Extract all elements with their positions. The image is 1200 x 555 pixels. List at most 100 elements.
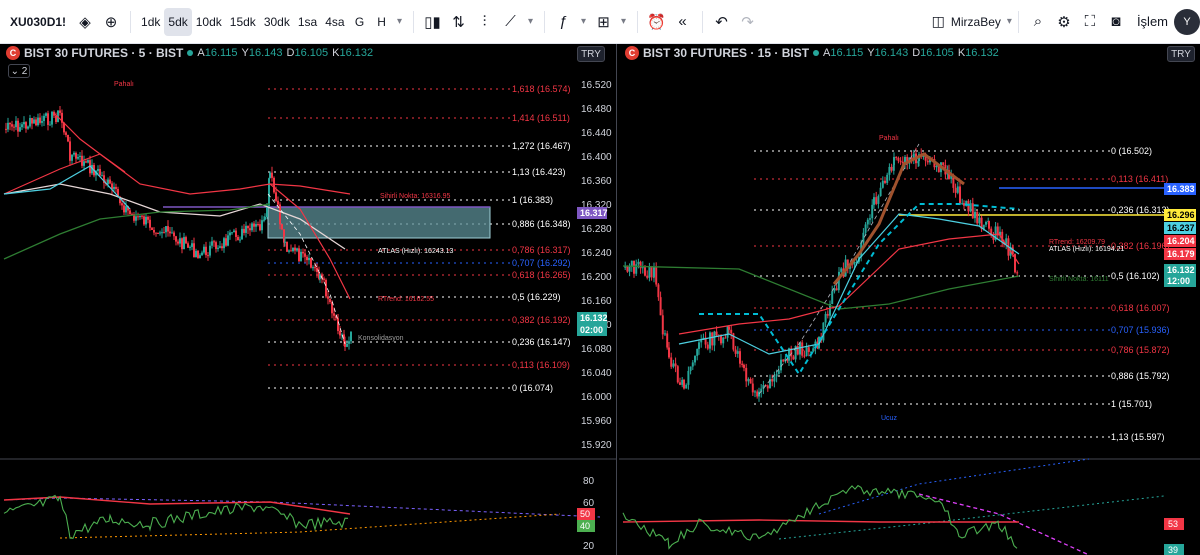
candlestick bbox=[237, 236, 239, 241]
undo-icon[interactable]: ↶ bbox=[709, 8, 735, 36]
candlestick bbox=[985, 221, 987, 225]
chevron-down-icon[interactable]: ▾ bbox=[577, 8, 591, 36]
candlestick bbox=[271, 172, 273, 178]
templates-grid-icon[interactable]: ⊞ bbox=[591, 8, 617, 36]
candlestick bbox=[15, 120, 17, 128]
chevron-down-icon[interactable]: ▾ bbox=[617, 8, 631, 36]
symbol-title[interactable]: BIST 30 FUTURES · 15 · BIST bbox=[643, 46, 809, 60]
candlestick bbox=[67, 134, 69, 142]
interval-5dk[interactable]: 5dk bbox=[164, 7, 192, 36]
chevron-down-icon[interactable]: ▾ bbox=[393, 8, 407, 36]
layout-menu-button[interactable]: ◫ MirzaBey ▾ bbox=[932, 13, 1012, 30]
replay-icon[interactable]: « bbox=[670, 8, 696, 36]
watchlist-icon[interactable]: ◈ bbox=[72, 8, 98, 36]
candlestick bbox=[747, 378, 750, 382]
candlestick bbox=[775, 374, 778, 377]
candlestick bbox=[869, 218, 871, 220]
symbol-title[interactable]: BIST 30 FUTURES · 5 · BIST bbox=[24, 46, 183, 60]
interval-1sa[interactable]: 1sa bbox=[294, 8, 321, 36]
interval-4sa[interactable]: 4sa bbox=[321, 8, 348, 36]
indicators-icon[interactable]: ƒ bbox=[551, 8, 577, 36]
quick-search-icon[interactable]: ⌕ bbox=[1025, 8, 1051, 36]
layout-name: MirzaBey bbox=[950, 14, 1001, 29]
chart-pane-right[interactable]: C BIST 30 FUTURES · 15 · BIST A16.115 Y1… bbox=[619, 44, 1200, 555]
candlestick bbox=[323, 278, 325, 280]
candlestick bbox=[875, 197, 878, 204]
candlestick bbox=[264, 217, 266, 220]
candlestick bbox=[881, 180, 884, 188]
candlestick bbox=[77, 156, 79, 159]
fib-level-label: 1,13 (16.423) bbox=[512, 167, 566, 177]
redo-icon[interactable]: ↷ bbox=[735, 8, 761, 36]
chart-pane-left[interactable]: C BIST 30 FUTURES · 5 · BIST A16.115 Y16… bbox=[0, 44, 617, 555]
chart-canvas[interactable]: 0 (16.502) 0,113 (16.411) 0,236 (16.313) 0,… bbox=[619, 44, 1200, 555]
candlestick bbox=[628, 266, 631, 272]
candlestick bbox=[691, 362, 694, 367]
currency-button[interactable]: TRY bbox=[577, 46, 605, 62]
settings-gear-icon[interactable]: ⚙ bbox=[1051, 8, 1077, 36]
candlestick bbox=[201, 252, 203, 256]
fib-level-label: 0,618 (16.007) bbox=[1111, 303, 1170, 313]
candlestick bbox=[926, 160, 929, 163]
chart-canvas[interactable]: 16.52016.48016.44016.40016.36016.32016.2… bbox=[0, 44, 617, 555]
candlestick bbox=[942, 162, 945, 165]
fib-level-label: 1 (16.383) bbox=[512, 195, 553, 205]
ohlc-high: Y16.143 bbox=[867, 47, 909, 59]
interval-10dk[interactable]: 10dk bbox=[192, 8, 226, 36]
ohlc-close: K16.132 bbox=[957, 47, 999, 59]
candlestick bbox=[255, 224, 257, 227]
interval-h[interactable]: H bbox=[371, 8, 393, 36]
candlestick bbox=[277, 200, 279, 205]
price-badge-label: 16.383 bbox=[1167, 184, 1195, 194]
candlestick bbox=[253, 223, 255, 227]
fib-level-label: 1,272 (16.467) bbox=[512, 141, 571, 151]
candlestick bbox=[300, 251, 302, 262]
candlestick bbox=[771, 379, 774, 382]
fib-level-label: 0,786 (16.317) bbox=[512, 245, 571, 255]
chevron-down-icon[interactable]: ▾ bbox=[524, 8, 538, 36]
interval-g[interactable]: G bbox=[349, 8, 371, 36]
candlestick bbox=[659, 297, 662, 316]
fib-level-label: 0,618 (16.265) bbox=[512, 270, 571, 280]
ohlc-close: K16.132 bbox=[332, 47, 374, 59]
interval-1dk[interactable]: 1dk bbox=[137, 8, 164, 36]
candlestick bbox=[745, 367, 748, 382]
candlestick bbox=[956, 186, 959, 193]
candlestick bbox=[181, 238, 183, 250]
candlestick bbox=[666, 333, 669, 348]
candlestick bbox=[245, 225, 247, 233]
candle-style-icon[interactable]: ▯▮ bbox=[420, 8, 446, 36]
candlestick bbox=[7, 122, 9, 130]
alarm-icon[interactable]: ⏰ bbox=[644, 8, 670, 36]
compare-add-icon[interactable]: ⊕ bbox=[98, 8, 124, 36]
candlestick bbox=[895, 157, 898, 159]
candlestick bbox=[637, 261, 640, 265]
bar-style-icon[interactable]: ⫶ bbox=[472, 8, 498, 36]
layout-icon: ◫ bbox=[931, 13, 945, 29]
candlestick bbox=[171, 232, 173, 234]
candlestick bbox=[969, 203, 972, 212]
candlestick bbox=[177, 241, 179, 244]
indicators-collapse-button[interactable]: ⌄ 2 bbox=[8, 64, 30, 78]
interval-15dk[interactable]: 15dk bbox=[226, 8, 260, 36]
symbol-search-button[interactable]: XU030D1! bbox=[4, 8, 72, 36]
candlestick bbox=[221, 246, 223, 249]
interval-30dk[interactable]: 30dk bbox=[260, 8, 294, 36]
fib-level-label: 0,113 (16.109) bbox=[512, 360, 570, 370]
candlestick bbox=[713, 331, 716, 346]
avatar[interactable]: Y bbox=[1174, 8, 1200, 35]
trade-button[interactable]: İşlem bbox=[1137, 14, 1168, 29]
candlestick bbox=[115, 186, 117, 190]
chevron-down-icon: ▾ bbox=[1006, 16, 1012, 27]
candlestick bbox=[151, 227, 153, 231]
candlestick bbox=[728, 326, 730, 330]
fullscreen-icon[interactable]: ⛶ bbox=[1077, 8, 1103, 36]
annotation-atlas: ATLAS (Hızlı): 16243.13 bbox=[378, 248, 453, 255]
currency-button[interactable]: TRY bbox=[1167, 46, 1195, 62]
line-chart-icon[interactable]: ⟋ bbox=[498, 8, 524, 36]
candlestick bbox=[275, 192, 277, 201]
candlestick bbox=[197, 250, 199, 258]
ohlc-open: A16.115 bbox=[823, 47, 864, 59]
camera-icon[interactable]: ◙ bbox=[1103, 8, 1129, 36]
sort-icon[interactable]: ⇅ bbox=[446, 8, 472, 36]
